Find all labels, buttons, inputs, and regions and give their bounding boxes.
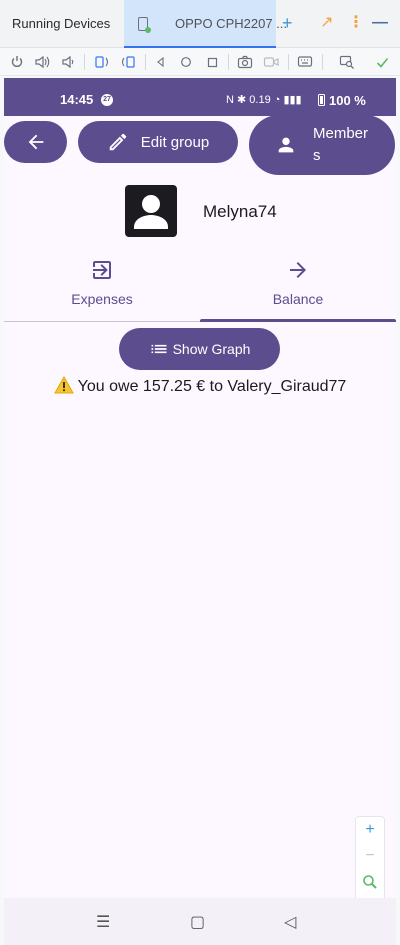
- edit-group-button[interactable]: Edit group: [78, 121, 238, 163]
- list-icon: [151, 344, 167, 354]
- add-device-button[interactable]: +: [282, 12, 293, 34]
- zoom-out-button[interactable]: −: [356, 847, 384, 865]
- recents-icon[interactable]: ☰: [96, 912, 110, 932]
- status-icons: N ✱ 0.19 ◔ ▮▮▮: [226, 94, 302, 106]
- tab-balance-label: Balance: [272, 291, 324, 307]
- show-graph-button[interactable]: Show Graph: [119, 328, 280, 370]
- navigation-bar: ☰ ▢ ◁: [4, 898, 396, 945]
- back-icon[interactable]: [153, 54, 169, 70]
- window-title: Running Devices: [12, 16, 111, 31]
- battery-percentage: 100 %: [329, 93, 366, 108]
- keyboard-icon[interactable]: [297, 54, 313, 70]
- rotate-left-icon[interactable]: [94, 54, 110, 70]
- expand-icon[interactable]: ↗: [320, 12, 333, 34]
- show-graph-label: Show Graph: [172, 341, 251, 357]
- person-avatar-icon: [134, 195, 168, 229]
- person-icon: [278, 137, 294, 153]
- status-bar: 14:45 27 N ✱ 0.19 ◔ ▮▮▮ 100 %: [4, 78, 396, 116]
- zoom-actual-icon[interactable]: [356, 874, 384, 895]
- minimize-button[interactable]: —: [372, 12, 388, 34]
- battery-icon: [318, 94, 325, 106]
- home-icon[interactable]: [178, 54, 194, 70]
- camera-icon[interactable]: [237, 54, 253, 70]
- power-icon[interactable]: [9, 54, 25, 70]
- device-toolbar: [0, 48, 400, 76]
- rotate-right-icon[interactable]: [120, 54, 136, 70]
- notification-badge: 27: [101, 94, 113, 106]
- volume-down-icon[interactable]: [60, 54, 76, 70]
- zoom-in-button[interactable]: +: [356, 821, 384, 839]
- device-tab[interactable]: OPPO CPH2207 ...: [124, 0, 287, 48]
- ide-tab-bar: Running Devices OPPO CPH2207 ... + ↗ ⋮ —: [0, 0, 400, 48]
- more-options-icon[interactable]: ⋮: [348, 12, 364, 34]
- overview-icon[interactable]: [204, 54, 220, 70]
- edit-group-label: Edit group: [140, 133, 210, 151]
- arrow-back-icon: [28, 134, 43, 150]
- username: Melyna74: [203, 202, 277, 221]
- tab-expenses[interactable]: Expenses: [4, 258, 200, 322]
- record-icon[interactable]: [263, 54, 279, 70]
- home-nav-icon[interactable]: ▢: [190, 912, 205, 932]
- avatar: [125, 185, 177, 237]
- pencil-icon: [109, 133, 127, 151]
- arrow-right-icon: [290, 262, 306, 278]
- device-screen[interactable]: 14:45 27 N ✱ 0.19 ◔ ▮▮▮ 100 % Edit group…: [4, 78, 396, 945]
- login-icon: [93, 261, 111, 279]
- back-button[interactable]: [4, 121, 67, 163]
- device-status-dot: [145, 27, 151, 33]
- volume-up-icon[interactable]: [34, 54, 50, 70]
- check-icon[interactable]: [374, 54, 390, 70]
- members-button[interactable]: Members: [249, 115, 395, 175]
- warning-icon: [53, 376, 74, 394]
- owe-text: You owe 157.25 € to Valery_Giraud77: [77, 378, 347, 395]
- members-label: Members: [313, 125, 369, 164]
- tab-expenses-label: Expenses: [71, 291, 133, 307]
- status-time: 14:45: [60, 92, 94, 107]
- screen-search-icon[interactable]: [339, 54, 355, 70]
- back-nav-icon[interactable]: ◁: [284, 912, 296, 932]
- balance-message: You owe 157.25 € to Valery_Giraud77: [4, 376, 396, 396]
- tab-indicator: [200, 319, 396, 322]
- tab-balance[interactable]: Balance: [200, 258, 396, 322]
